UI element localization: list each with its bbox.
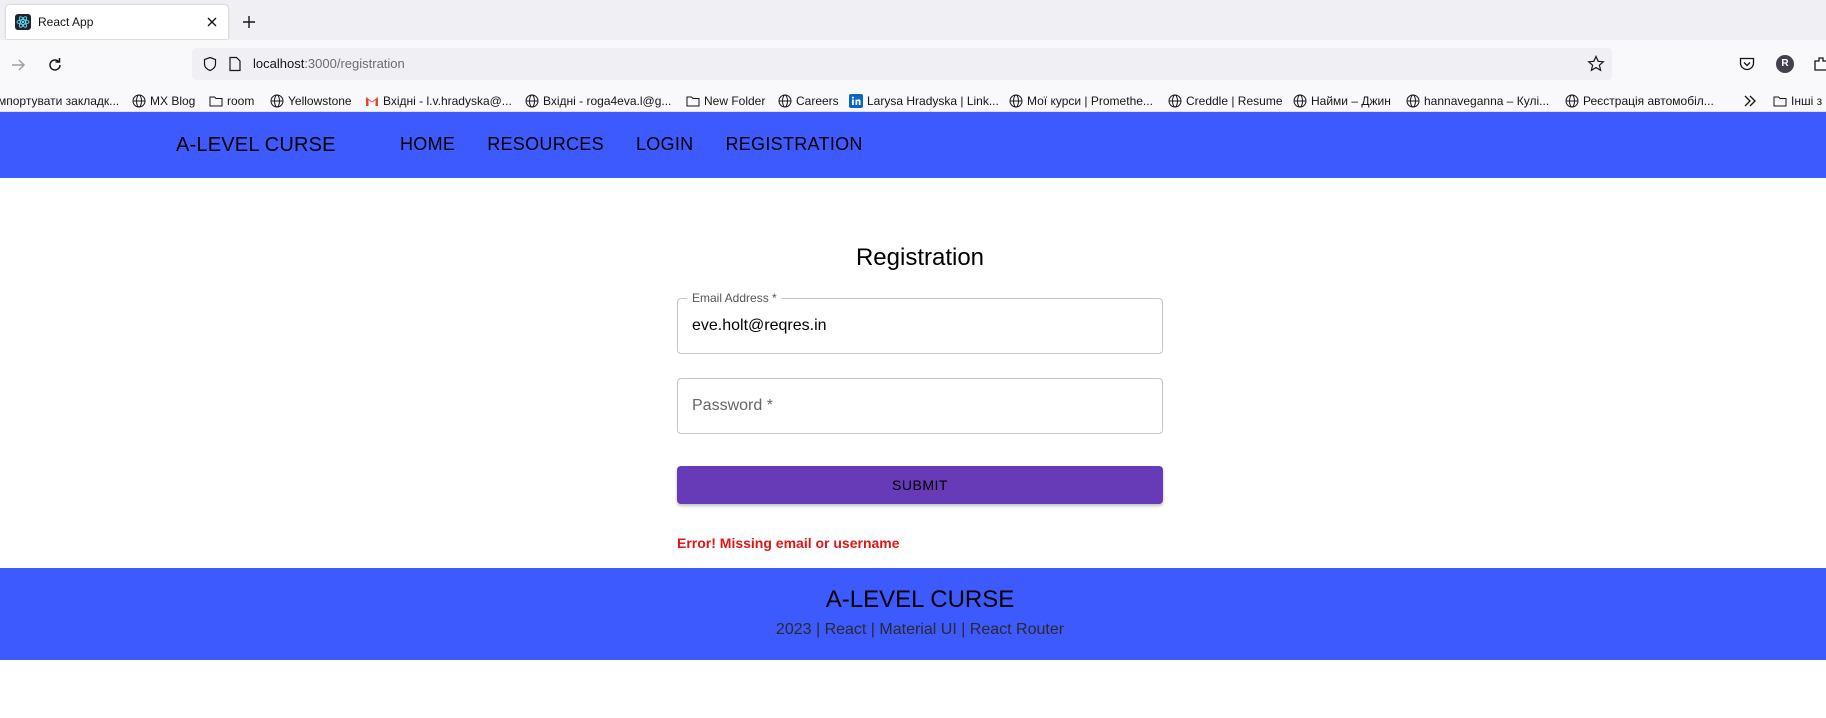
bookmark-label: Yellowstone — [288, 94, 352, 108]
tab-title: React App — [38, 15, 94, 29]
close-icon[interactable] — [202, 12, 222, 32]
password-placeholder: Password * — [692, 397, 773, 414]
footer-subtitle: 2023 | React | Material UI | React Route… — [775, 621, 1065, 638]
reload-icon[interactable] — [45, 55, 65, 75]
account-avatar[interactable]: R — [1776, 55, 1794, 73]
bookmark-label: room — [227, 94, 255, 108]
star-icon[interactable] — [1586, 54, 1606, 74]
nav-home[interactable]: HOME — [400, 134, 455, 155]
main-menu: HOME RESOURCES LOGIN REGISTRATION — [400, 134, 863, 155]
url-host: localhost — [253, 56, 305, 71]
brand-logo-text[interactable]: A-LEVEL CURSE — [176, 134, 336, 157]
globe-icon — [132, 94, 146, 108]
globe-icon — [1009, 94, 1023, 108]
bookmark-label: Реєстрація автомобіл... — [1583, 94, 1714, 108]
bookmark-item[interactable]: Вхідні - l.v.hradyska@... — [365, 91, 512, 111]
plus-icon[interactable] — [239, 12, 259, 32]
bookmark-item[interactable]: Вхідні - roga4eva.l@g... — [525, 91, 671, 111]
bookmark-item[interactable]: Реєстрація автомобіл... — [1565, 91, 1714, 111]
globe-icon — [525, 94, 539, 108]
folder-icon — [209, 96, 223, 107]
submit-button[interactable]: SUBMIT — [677, 466, 1163, 504]
bookmark-item[interactable]: MX Blog — [132, 91, 195, 111]
bookmark-item[interactable]: hannaveganna – Кулі... — [1406, 91, 1549, 111]
nav-registration[interactable]: REGISTRATION — [725, 134, 862, 155]
nav-resources[interactable]: RESOURCES — [487, 134, 604, 155]
globe-icon — [1293, 94, 1307, 108]
linkedin-icon — [849, 94, 863, 108]
globe-icon — [1168, 94, 1182, 108]
url-bar[interactable]: localhost:3000/registration — [192, 48, 1612, 80]
bookmark-item[interactable]: мпортувати закладк... — [0, 91, 119, 111]
bookmark-item[interactable]: Larysa Hradyska | Link... — [849, 91, 999, 111]
bookmark-label: Creddle | Resume — [1186, 94, 1283, 108]
bookmark-item[interactable]: Інші з — [1773, 91, 1822, 111]
bookmark-label: Вхідні - roga4eva.l@g... — [543, 94, 672, 108]
app-footer: A-LEVEL CURSE 2023 | React | Material UI… — [0, 568, 1826, 660]
error-message: Error! Missing email or username — [677, 535, 900, 551]
bookmark-label: Найми – Джин — [1311, 94, 1391, 108]
pocket-icon[interactable] — [1738, 55, 1756, 73]
bookmark-item[interactable]: Yellowstone — [270, 91, 352, 111]
bookmark-label: Мої курси | Promethe... — [1027, 94, 1153, 108]
forward-arrow-icon[interactable] — [8, 55, 28, 75]
bookmark-label: Larysa Hradyska | Link... — [867, 94, 999, 108]
email-value[interactable]: eve.holt@reqres.in — [692, 317, 827, 335]
tab-react-app[interactable]: React App — [6, 5, 228, 39]
email-field[interactable]: Email Address * eve.holt@reqres.in — [677, 290, 1163, 354]
shield-icon[interactable] — [202, 56, 218, 72]
folder-icon — [1773, 96, 1787, 107]
folder-icon — [686, 96, 700, 107]
page-title: Registration — [855, 244, 985, 271]
bookmark-item[interactable]: Найми – Джин — [1293, 91, 1391, 111]
bookmark-label: мпортувати закладк... — [0, 94, 120, 108]
tab-strip: React App — [0, 0, 1826, 40]
nav-login[interactable]: LOGIN — [636, 134, 694, 155]
email-label: Email Address * — [687, 290, 782, 306]
app-header: A-LEVEL CURSE HOME RESOURCES LOGIN REGIS… — [0, 112, 1826, 178]
bookmark-item[interactable]: Careers — [778, 91, 839, 111]
bookmark-item[interactable]: Creddle | Resume — [1168, 91, 1283, 111]
footer-title: A-LEVEL CURSE — [825, 586, 1015, 613]
bookmark-item[interactable]: Мої курси | Promethe... — [1009, 91, 1153, 111]
react-icon — [15, 14, 31, 30]
bookmark-label: Інші з — [1791, 94, 1823, 108]
bookmarks-toolbar: мпортувати закладк... MX Blog room Yello… — [0, 90, 1826, 112]
globe-icon — [270, 94, 284, 108]
page-icon[interactable] — [228, 56, 242, 72]
globe-icon — [1565, 94, 1579, 108]
gmail-icon — [366, 97, 378, 106]
url-path: :3000/registration — [304, 56, 405, 71]
bookmark-label: MX Blog — [150, 94, 196, 108]
bookmark-label: Careers — [796, 94, 839, 108]
bookmark-label: New Folder — [704, 94, 766, 108]
bookmark-item[interactable]: room — [209, 91, 254, 111]
bookmark-item[interactable]: New Folder — [686, 91, 765, 111]
globe-icon — [1406, 94, 1420, 108]
password-field[interactable]: Password * — [677, 378, 1163, 434]
extensions-icon[interactable] — [1811, 54, 1826, 74]
globe-icon — [778, 94, 792, 108]
bookmark-label: hannaveganna – Кулі... — [1424, 94, 1550, 108]
chevron-double-right-icon[interactable] — [1740, 91, 1760, 111]
bookmark-label: Вхідні - l.v.hradyska@... — [383, 94, 512, 108]
url-text[interactable]: localhost:3000/registration — [253, 56, 405, 71]
navigation-toolbar: localhost:3000/registration R — [0, 40, 1826, 90]
